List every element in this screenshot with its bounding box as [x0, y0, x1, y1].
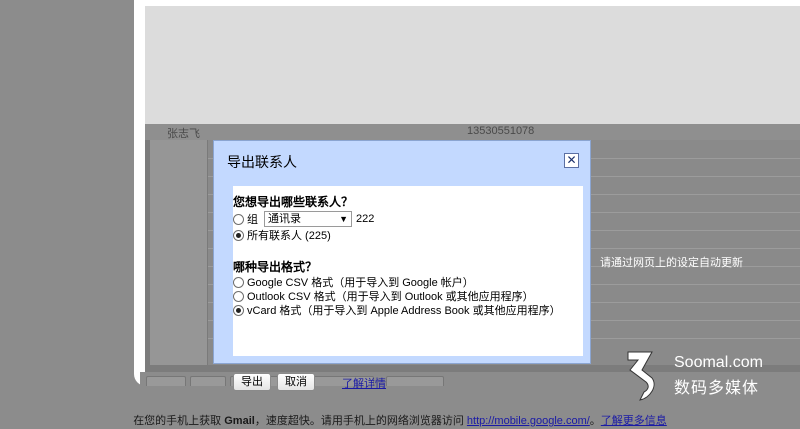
all-contacts-radio[interactable]: [233, 229, 244, 241]
group-option: 组 通讯录 ▼ 222: [233, 211, 375, 227]
learn-more-link[interactable]: 了解详情: [342, 375, 386, 391]
all-contacts-label: 所有联系人 (225): [247, 230, 331, 242]
contact-phone: 13530551078: [467, 125, 535, 137]
update-note: 请通过网页上的设定自动更新: [600, 257, 743, 268]
soomal-logo-icon: [627, 351, 655, 401]
dialog-title: 导出联系人: [227, 154, 297, 170]
learn-more-link[interactable]: 了解更多信息: [601, 415, 667, 427]
footer-middle: ，速度超快。请用手机上的网络浏览器访问: [254, 415, 467, 427]
footer-separator: 。: [589, 415, 601, 427]
google-csv-radio[interactable]: [233, 276, 244, 288]
export-button[interactable]: 导出: [233, 373, 271, 391]
format-option-label: vCard 格式（用于导入到 Apple Address Book 或其他应用程…: [247, 305, 561, 317]
watermark-tagline: 数码多媒体: [674, 380, 760, 397]
which-contacts-question: 您想导出哪些联系人？: [233, 195, 354, 209]
all-contacts-option: 所有联系人 (225): [233, 228, 331, 242]
format-option-vcard: vCard 格式（用于导入到 Apple Address Book 或其他应用程…: [233, 303, 561, 317]
chevron-down-icon: ▼: [339, 214, 348, 224]
watermark-site: Soomal.com: [674, 354, 763, 371]
mobile-url-link[interactable]: http://mobile.google.com/: [467, 415, 590, 427]
footer-brand: Gmail: [224, 415, 255, 427]
group-count: 222: [356, 213, 375, 225]
mobile-promo-footer: 在您的手机上获取 Gmail，速度超快。请用手机上的网络浏览器访问 http:/…: [0, 412, 800, 428]
close-icon[interactable]: ✕: [564, 153, 579, 168]
export-contacts-dialog: 导出联系人 ✕ 您想导出哪些联系人？ 组 通讯录 ▼ 222 所有联系人 (22…: [213, 140, 591, 391]
contact-name: 张志飞: [167, 128, 200, 140]
group-radio[interactable]: [233, 213, 244, 225]
group-select-value: 通讯录: [268, 213, 301, 225]
vcard-radio[interactable]: [233, 304, 244, 316]
contact-row: 张志飞 13530551078: [145, 124, 800, 140]
format-option-outlook-csv: Outlook CSV 格式（用于导入到 Outlook 或其他应用程序）: [233, 289, 534, 303]
footer-prefix: 在您的手机上获取: [133, 415, 225, 427]
cancel-button[interactable]: 取消: [277, 373, 315, 391]
format-option-google-csv: Google CSV 格式（用于导入到 Google 帐户）: [233, 275, 474, 289]
which-format-question: 哪种导出格式？: [233, 260, 318, 274]
left-margin: [0, 0, 134, 390]
outlook-csv-radio[interactable]: [233, 290, 244, 302]
dialog-content: 您想导出哪些联系人？ 组 通讯录 ▼ 222 所有联系人 (225) 哪种导出格…: [233, 186, 583, 391]
contact-list-column: [150, 140, 208, 365]
watermark: Soomal.com 数码多媒体: [622, 348, 800, 402]
group-option-label: 组: [247, 214, 258, 226]
group-select[interactable]: 通讯录 ▼: [264, 211, 352, 227]
top-panel: [145, 6, 800, 124]
